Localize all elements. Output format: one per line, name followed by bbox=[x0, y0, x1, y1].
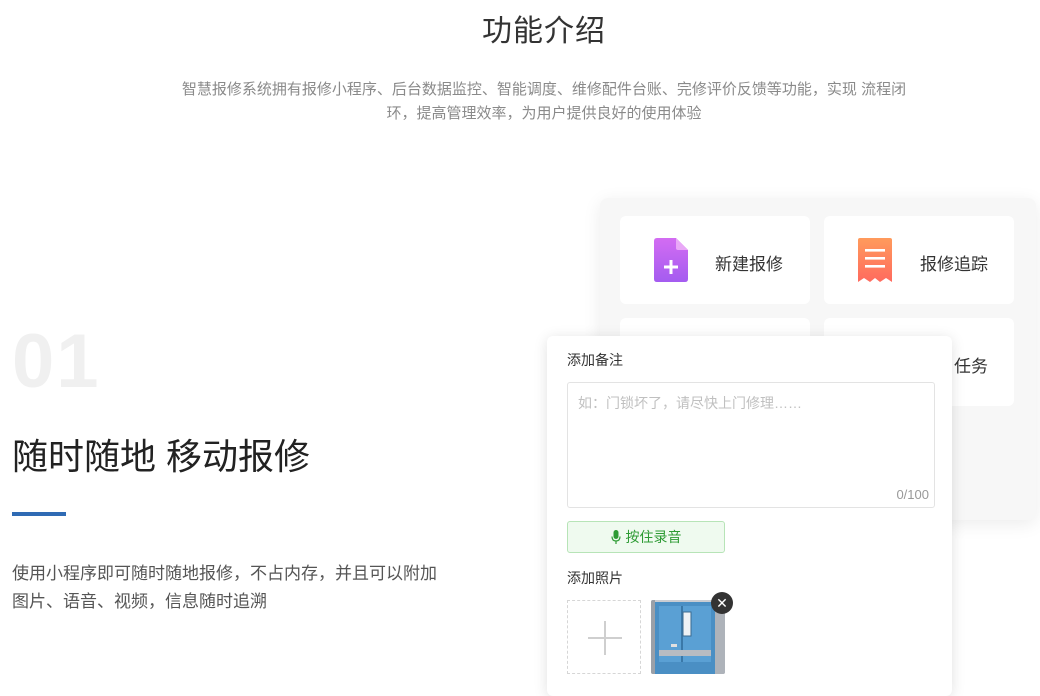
intro-line-2: 环，提高管理效率，为用户提供良好的使用体验 bbox=[386, 105, 702, 122]
hold-to-record-button[interactable]: 按住录音 bbox=[567, 521, 725, 553]
note-label: 添加备注 bbox=[567, 352, 623, 368]
microphone-icon bbox=[610, 530, 621, 544]
intro-line-1: 智慧报修系统拥有报修小程序、后台数据监控、智能调度、维修配件台账、完修评价反馈等… bbox=[181, 81, 907, 98]
tile-label: 新建报修 bbox=[715, 255, 783, 274]
feature-desc-line-2: 图片、语音、视频，信息随时追溯 bbox=[12, 592, 267, 611]
intro-text: 智慧报修系统拥有报修小程序、后台数据监控、智能调度、维修配件台账、完修评价反馈等… bbox=[150, 78, 938, 126]
record-button-label: 按住录音 bbox=[625, 529, 682, 545]
page-title: 功能介绍 bbox=[482, 15, 606, 48]
repair-form-card: 添加备注 0/100 按住录音 添加照片 ✕ bbox=[547, 336, 952, 696]
add-photo-button[interactable] bbox=[567, 600, 641, 674]
remove-photo-close-icon[interactable]: ✕ bbox=[711, 592, 733, 614]
feature-desc-line-1: 使用小程序即可随时随地报修，不占内存，并且可以附加 bbox=[12, 564, 437, 583]
feature-description: 使用小程序即可随时随地报修，不占内存，并且可以附加 图片、语音、视频，信息随时追… bbox=[12, 560, 482, 616]
tile-label: 任务 bbox=[954, 357, 988, 376]
new-document-icon bbox=[654, 238, 688, 282]
photo-label: 添加照片 bbox=[567, 570, 623, 586]
tile-new-repair[interactable]: 新建报修 bbox=[620, 216, 810, 304]
feature-title: 随时随地 移动报修 bbox=[12, 436, 311, 477]
note-counter: 0/100 bbox=[896, 487, 929, 502]
tile-label: 报修追踪 bbox=[920, 255, 988, 274]
tile-repair-tracking[interactable]: 报修追踪 bbox=[824, 216, 1014, 304]
receipt-list-icon bbox=[858, 238, 892, 282]
feature-divider bbox=[12, 512, 66, 516]
feature-number: 01 bbox=[12, 319, 101, 404]
